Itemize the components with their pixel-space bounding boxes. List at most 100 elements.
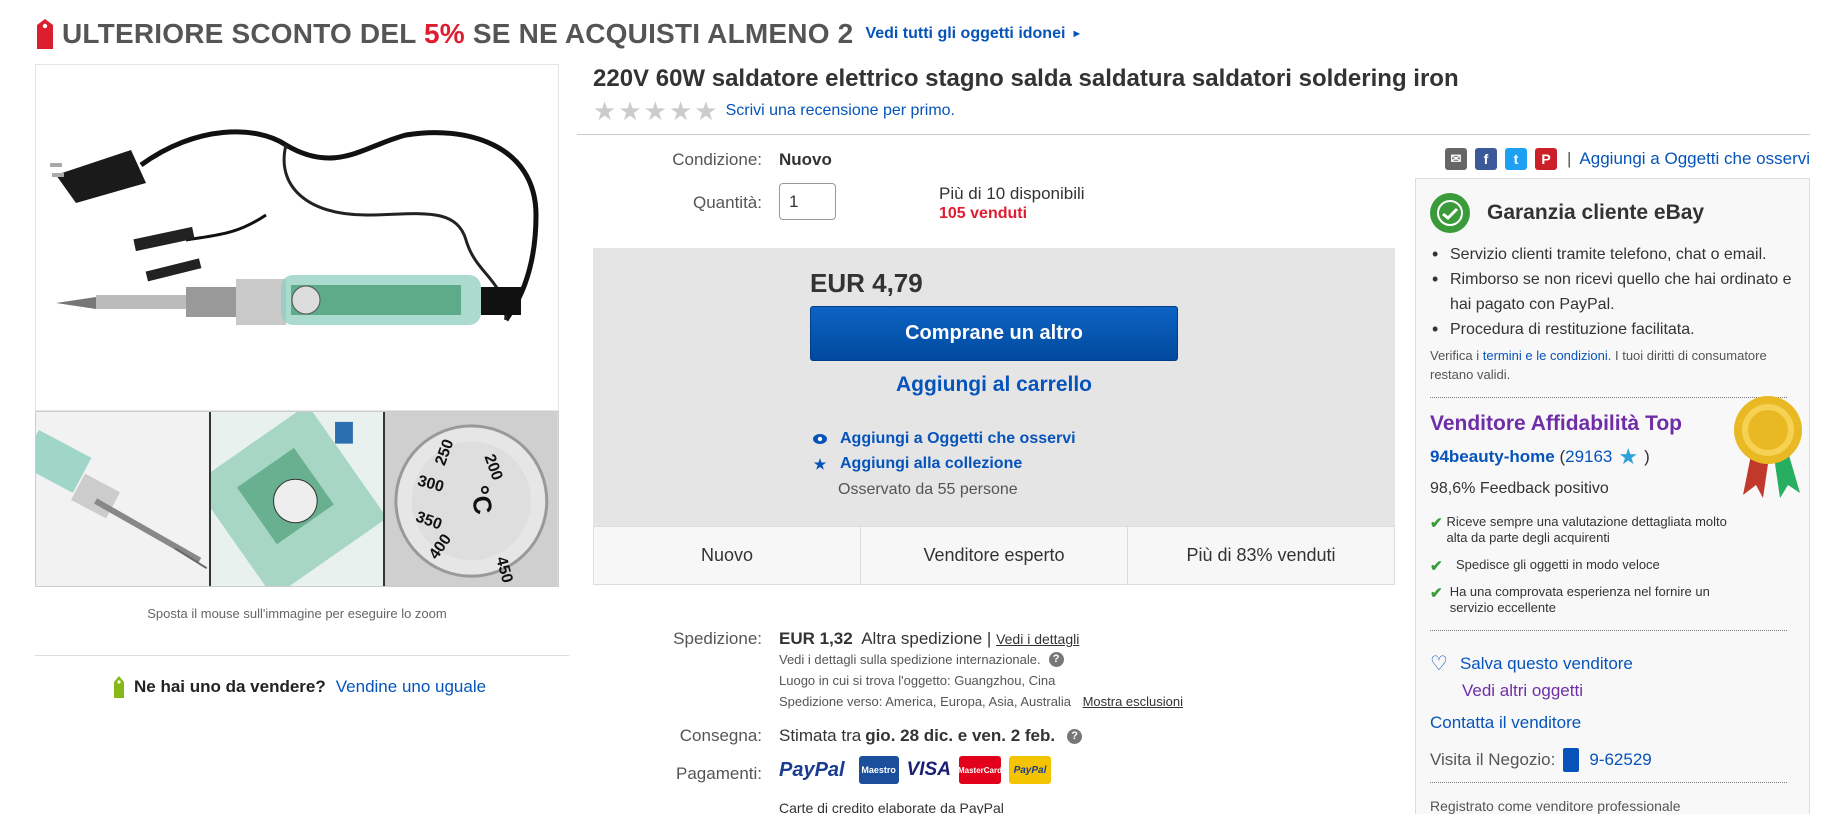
promo-eligible-items-link[interactable]: Vedi tutti gli oggetti idonei <box>865 25 1065 43</box>
seller-check-item: ✔ Ha una comprovata esperienza nel forni… <box>1430 584 1710 615</box>
guarantee-item: Rimborso se non ricevi quello che hai or… <box>1430 267 1805 317</box>
thumbnail-1[interactable] <box>36 412 211 586</box>
promo-text: ULTERIORE SCONTO DEL 5% SE NE ACQUISTI A… <box>62 18 854 49</box>
promo-percent: 5% <box>424 18 465 49</box>
help-icon[interactable]: ? <box>1067 728 1083 744</box>
seller-feedback: 98,6% Feedback positivo <box>1430 480 1609 497</box>
guarantee-list: Servizio clienti tramite telefono, chat … <box>1430 242 1805 342</box>
share-watchlist-link[interactable]: Aggiungi a Oggetti che osservi <box>1579 149 1810 169</box>
play-arrow-icon: ► <box>1071 28 1083 40</box>
sell-one-link[interactable]: Vendine uno uguale <box>336 677 486 697</box>
guarantee-item: Servizio clienti tramite telefono, chat … <box>1430 242 1805 267</box>
store-icon <box>1563 748 1580 772</box>
contact-seller-link[interactable]: Contatta il venditore <box>1430 713 1581 733</box>
heart-icon: ♡ <box>1430 653 1448 675</box>
terms-link[interactable]: termini e le condizioni <box>1483 348 1608 363</box>
sell-question: Ne hai uno da vendere? <box>134 677 326 696</box>
seller-check-item: ✔ Riceve sempre una valutazione dettagli… <box>1430 514 1727 545</box>
email-icon[interactable]: ✉ <box>1445 148 1467 170</box>
shipping-details-link[interactable]: Vedi i dettagli <box>996 631 1079 647</box>
star-icon: ★ <box>593 96 617 126</box>
star-icon: ★ <box>668 96 693 126</box>
item-badges: Nuovo Venditore esperto Più di 83% vendu… <box>593 526 1395 585</box>
top-rated-medal-icon <box>1734 396 1802 498</box>
thumbnail-3[interactable]: 200 250 300 350 400 450 °C <box>385 412 559 586</box>
checkmark-icon: ✔ <box>1430 585 1443 602</box>
soldering-iron-image <box>36 65 558 410</box>
checkmark-icon: ✔ <box>1430 515 1443 532</box>
separator: | <box>1567 149 1572 168</box>
maestro-card-icon: Maestro <box>858 756 899 784</box>
dial-label-celsius: °C <box>465 484 498 517</box>
price-tag-icon <box>37 19 53 49</box>
shipping-label: Spedizione: <box>673 629 762 648</box>
thumbnail-2[interactable] <box>210 412 386 586</box>
quantity-input[interactable] <box>779 183 836 220</box>
availability-text: Più di 10 disponibili <box>939 184 1085 203</box>
guarantee-terms: Verifica i termini e le condizioni. I tu… <box>1430 348 1767 382</box>
share-bar: ✉ f t P | Aggiungi a Oggetti che osservi <box>1445 148 1810 170</box>
top-rated-seller-title: Venditore Affidabilità Top <box>1430 412 1682 435</box>
badge-new: Nuovo <box>594 527 861 584</box>
sold-count: 105 venduti <box>939 205 1028 222</box>
write-review-link[interactable]: Scrivi una recensione per primo. <box>726 102 955 120</box>
pinterest-icon[interactable]: P <box>1535 148 1557 170</box>
item-title: 220V 60W saldatore elettrico stagno sald… <box>593 65 1459 92</box>
divider <box>1430 782 1787 783</box>
thumbnail-strip: 200 250 300 350 400 450 °C <box>35 411 559 587</box>
business-seller-note: Registrato come venditore professionale <box>1430 798 1681 814</box>
payment-note: Carte di credito elaborate da PayPal <box>779 800 1004 814</box>
guarantee-item: Procedura di restituzione facilitata. <box>1430 317 1805 342</box>
facebook-icon[interactable]: f <box>1475 148 1497 170</box>
add-to-collection-link[interactable]: ★ Aggiungi alla collezione <box>812 455 1023 473</box>
star-icon: ★ <box>694 96 718 126</box>
watcher-count: Osservato da 55 persone <box>838 481 1018 498</box>
visit-store: Visita il Negozio: 9-62529 <box>1430 748 1652 772</box>
help-icon[interactable]: ? <box>1048 652 1064 667</box>
shipping-price: EUR 1,32 <box>779 629 853 648</box>
eye-icon <box>812 431 828 447</box>
star-icon: ★ <box>643 96 667 126</box>
star-icon: ★ <box>618 96 642 126</box>
add-to-cart-button[interactable]: Aggiungi al carrello <box>810 373 1178 397</box>
handshake-icon <box>1430 193 1470 233</box>
payment-methods: PayPal Maestro VISA MasterCard PayPal <box>779 756 1059 784</box>
promo-banner: ULTERIORE SCONTO DEL 5% SE NE ACQUISTI A… <box>34 16 1082 52</box>
seller-score-link[interactable]: 29163 <box>1565 447 1612 467</box>
item-location: Luogo in cui si trova l'oggetto: Guangzh… <box>779 673 1056 688</box>
seller-info: 94beauty-home (29163 ★ ) <box>1430 444 1650 469</box>
star-icon: ★ <box>813 455 827 472</box>
paypal-logo: PayPal <box>779 758 845 781</box>
divider <box>577 134 1810 135</box>
international-shipping-note: Vedi i dettagli sulla spedizione interna… <box>779 652 1064 667</box>
add-to-watchlist-link[interactable]: Aggiungi a Oggetti che osservi <box>812 430 1076 448</box>
delivery-estimate: Stimata tra gio. 28 dic. e ven. 2 feb. ? <box>779 726 1083 746</box>
buy-another-button[interactable]: Comprane un altro <box>810 306 1178 361</box>
other-items-link[interactable]: Vedi altri oggetti <box>1462 681 1583 701</box>
shooting-star-icon: ★ <box>1618 444 1639 469</box>
divider <box>35 655 569 656</box>
store-link[interactable]: 9-62529 <box>1589 750 1651 770</box>
payments-label: Pagamenti: <box>676 764 762 783</box>
rating-stars: ★ ★ ★ ★ ★ Scrivi una recensione per prim… <box>593 96 955 126</box>
main-product-image[interactable] <box>35 64 559 411</box>
twitter-icon[interactable]: t <box>1505 148 1527 170</box>
divider <box>1430 630 1787 631</box>
sell-one-like-this: Ne hai uno da vendere? Vendine uno ugual… <box>112 676 486 698</box>
visa-card-icon: VISA <box>906 759 951 780</box>
quantity-label: Quantità: <box>693 193 762 212</box>
seller-name-link[interactable]: 94beauty-home <box>1430 447 1555 467</box>
seller-check-item: ✔ Spedisce gli oggetti in modo veloce <box>1430 557 1660 575</box>
shipping-method: Altra spedizione | <box>861 629 992 648</box>
delivery-label: Consegna: <box>679 726 762 745</box>
save-seller-link[interactable]: ♡ Salva questo venditore <box>1430 651 1633 676</box>
condition-value: Nuovo <box>779 150 832 169</box>
condition-label: Condizione: <box>672 150 762 169</box>
add-to-watchlist-label: Aggiungi a Oggetti che osservi <box>840 430 1076 447</box>
item-price: EUR 4,79 <box>810 268 923 298</box>
checkmark-icon: ✔ <box>1430 558 1443 575</box>
paypal-credit-icon: PayPal <box>1008 756 1051 784</box>
mastercard-icon: MasterCard <box>958 756 1002 784</box>
show-exclusions-link[interactable]: Mostra esclusioni <box>1083 694 1183 709</box>
badge-experienced-seller: Venditore esperto <box>861 527 1128 584</box>
